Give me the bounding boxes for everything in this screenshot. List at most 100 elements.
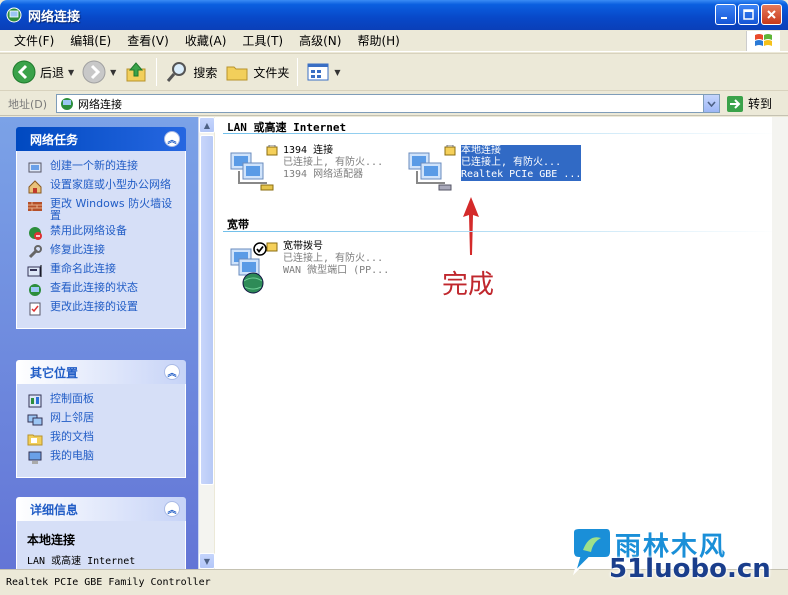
task-pane: 网络任务 ︽ 创建一个新的连接 设置家庭或小型办公网络 更改 Windows 防… <box>0 117 198 569</box>
scroll-down-button[interactable]: ▼ <box>199 553 215 569</box>
network-connection-icon <box>408 145 456 191</box>
menu-tools[interactable]: 工具(T) <box>234 32 291 50</box>
control-panel-icon <box>28 394 42 408</box>
details-group: 详细信息 ︽ 本地连接 LAN 或高速 Internet <box>16 497 186 569</box>
place-label: 我的电脑 <box>50 449 94 462</box>
annotation-label: 完成 <box>442 270 495 300</box>
task-repair-connection[interactable]: 修复此连接 <box>27 244 179 260</box>
status-icon <box>29 284 41 296</box>
collapse-icon[interactable]: ︽ <box>164 501 180 517</box>
scroll-up-button[interactable]: ▲ <box>199 117 215 133</box>
connection-status: 已连接上, 有防火... <box>283 253 384 264</box>
connection-name: 本地连接 <box>461 145 501 156</box>
folders-label: 文件夹 <box>253 65 290 80</box>
connection-local-area[interactable]: 本地连接 已连接上, 有防火... Realtek PCIe GBE ... <box>405 145 582 199</box>
address-dropdown-button[interactable] <box>703 95 719 112</box>
chevron-down-icon <box>707 100 716 107</box>
task-disable-device[interactable]: 禁用此网络设备 <box>27 225 179 241</box>
network-tasks-body: 创建一个新的连接 设置家庭或小型办公网络 更改 Windows 防火墙设置 禁用… <box>16 151 186 329</box>
task-label: 更改 Windows 防火墙设置 <box>50 197 173 222</box>
task-rename-connection[interactable]: 重命名此连接 <box>27 263 179 279</box>
back-arrow-icon <box>12 60 36 84</box>
place-label: 控制面板 <box>50 392 94 405</box>
network-tasks-header[interactable]: 网络任务 ︽ <box>16 127 186 151</box>
go-arrow-icon <box>727 95 743 112</box>
details-body: 本地连接 LAN 或高速 Internet <box>16 521 186 569</box>
forward-dropdown-icon[interactable]: ▼ <box>110 68 116 77</box>
go-label: 转到 <box>748 97 773 111</box>
back-button[interactable]: 后退 ▼ <box>8 56 78 88</box>
place-control-panel[interactable]: 控制面板 <box>27 393 179 409</box>
forward-arrow-icon <box>82 60 106 84</box>
task-pane-scrollbar[interactable]: ▲ ▼ <box>198 117 215 569</box>
task-view-status[interactable]: 查看此连接的状态 <box>27 282 179 298</box>
back-dropdown-icon[interactable]: ▼ <box>68 68 74 77</box>
watermark-logo-icon <box>572 527 612 576</box>
network-connections-icon <box>61 97 73 110</box>
task-label: 查看此连接的状态 <box>50 281 138 294</box>
task-create-connection[interactable]: 创建一个新的连接 <box>27 160 179 176</box>
menu-bar: 文件(F) 编辑(E) 查看(V) 收藏(A) 工具(T) 高级(N) 帮助(H… <box>0 30 788 52</box>
folders-icon <box>226 66 248 81</box>
views-button[interactable]: ▼ <box>302 56 344 88</box>
folders-button[interactable]: 文件夹 <box>221 56 293 88</box>
main-scrollbar-track <box>772 117 788 569</box>
menu-file[interactable]: 文件(F) <box>6 32 62 50</box>
views-dropdown-icon[interactable]: ▼ <box>334 68 340 77</box>
search-button[interactable]: 搜索 <box>161 56 221 88</box>
close-icon <box>767 10 776 19</box>
task-change-settings[interactable]: 更改此连接的设置 <box>27 301 179 317</box>
firewall-icon <box>28 202 42 211</box>
maximize-button[interactable] <box>738 4 759 25</box>
close-button[interactable] <box>761 4 782 25</box>
connection-info: 宽带拨号 已连接上, 有防火... WAN 微型端口 (PP... <box>283 241 389 277</box>
minimize-button[interactable] <box>715 4 736 25</box>
task-label: 禁用此网络设备 <box>50 224 127 237</box>
details-name: 本地连接 <box>27 533 76 547</box>
connection-info: 本地连接 已连接上, 有防火... Realtek PCIe GBE ... <box>461 145 582 181</box>
place-network-neighborhood[interactable]: 网上邻居 <box>27 412 179 428</box>
other-places-header[interactable]: 其它位置 ︽ <box>16 360 186 384</box>
menu-favorites[interactable]: 收藏(A) <box>177 32 235 50</box>
windows-logo <box>746 31 780 51</box>
scroll-thumb[interactable] <box>200 135 214 485</box>
my-computer-icon <box>28 451 42 464</box>
forward-button[interactable]: ▼ <box>78 56 120 88</box>
task-label: 重命名此连接 <box>50 262 116 275</box>
menu-edit[interactable]: 编辑(E) <box>62 32 119 50</box>
network-connection-icon <box>230 145 278 191</box>
place-my-computer[interactable]: 我的电脑 <box>27 450 179 466</box>
connection-status: 已连接上, 有防火... <box>461 157 562 168</box>
window-title: 网络连接 <box>28 9 81 25</box>
status-text: Realtek PCIe GBE Family Controller <box>6 577 211 588</box>
connections-list: LAN 或高速 Internet 1394 连接 已连接上, 有防火... 13… <box>215 117 788 569</box>
toolbar: 后退 ▼ ▼ 搜索 文件夹 ▼ <box>0 53 788 91</box>
network-places-icon <box>27 414 43 426</box>
up-folder-button[interactable] <box>120 56 152 88</box>
home-network-icon <box>28 180 42 194</box>
connection-info: 1394 连接 已连接上, 有防火... 1394 网络适配器 <box>283 145 383 181</box>
search-label: 搜索 <box>193 65 218 80</box>
connection-1394[interactable]: 1394 连接 已连接上, 有防火... 1394 网络适配器 <box>227 145 383 199</box>
place-label: 我的文档 <box>50 430 94 443</box>
place-my-documents[interactable]: 我的文档 <box>27 431 179 447</box>
back-label: 后退 <box>40 65 65 80</box>
watermark-url: 51luobo.cn <box>609 554 771 584</box>
address-input[interactable]: 网络连接 <box>56 94 720 113</box>
watermark: 雨林木风 51luobo.cn <box>565 524 785 586</box>
menu-view[interactable]: 查看(V) <box>119 32 177 50</box>
connection-status: 已连接上, 有防火... <box>283 157 384 168</box>
other-places-body: 控制面板 网上邻居 我的文档 我的电脑 <box>16 384 186 478</box>
task-firewall-settings[interactable]: 更改 Windows 防火墙设置 <box>27 198 179 222</box>
menu-help[interactable]: 帮助(H) <box>349 32 407 50</box>
connection-broadband[interactable]: 宽带拨号 已连接上, 有防火... WAN 微型端口 (PP... <box>227 241 389 295</box>
task-home-network[interactable]: 设置家庭或小型办公网络 <box>27 179 179 195</box>
disable-network-icon <box>29 227 42 240</box>
collapse-icon[interactable]: ︽ <box>164 131 180 147</box>
menu-advanced[interactable]: 高级(N) <box>291 32 349 50</box>
details-header[interactable]: 详细信息 ︽ <box>16 497 186 521</box>
collapse-icon[interactable]: ︽ <box>164 364 180 380</box>
toolbar-separator <box>156 58 158 86</box>
wrench-icon <box>28 245 42 259</box>
go-button[interactable]: 转到 <box>726 95 772 113</box>
